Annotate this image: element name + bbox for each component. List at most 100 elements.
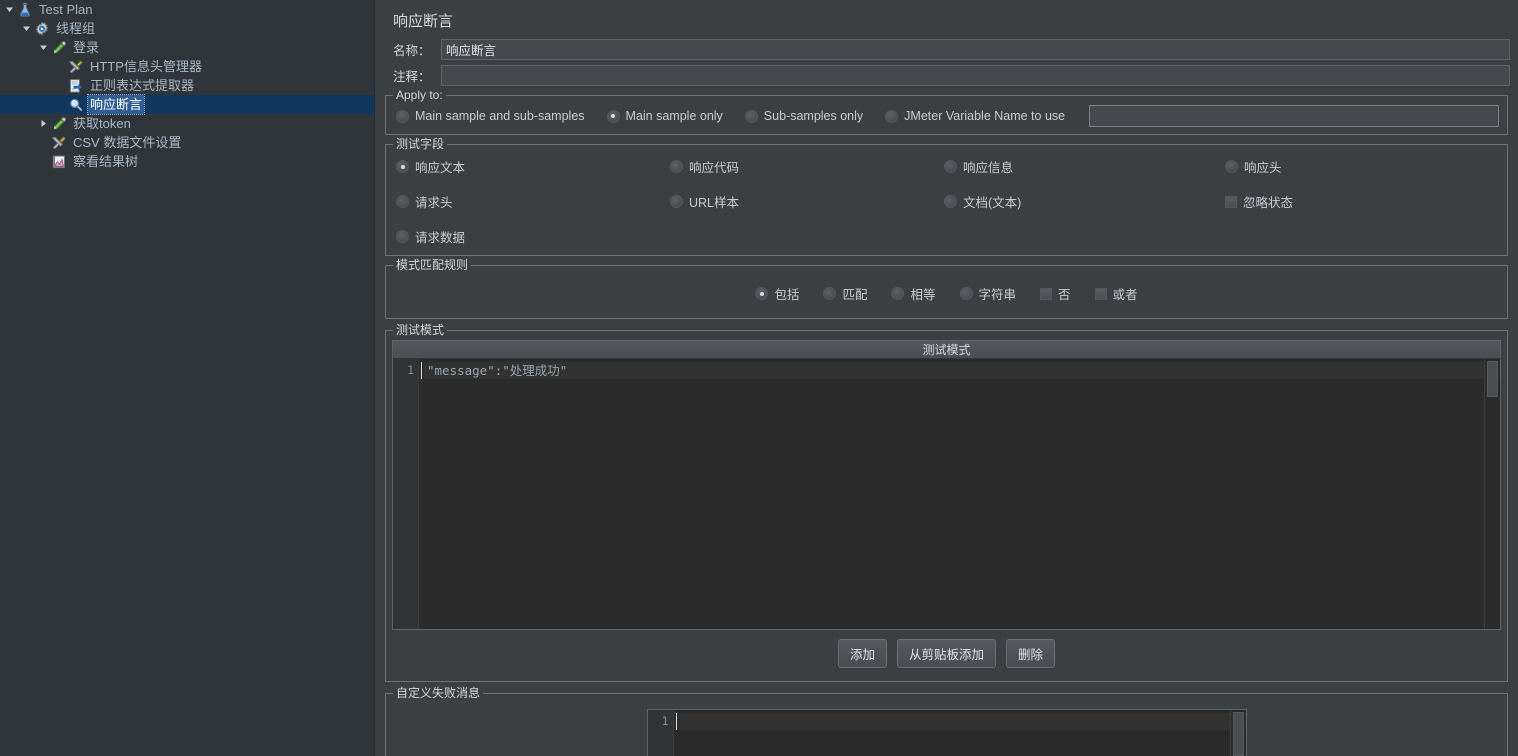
apply-to-option-2[interactable]: Main sample only	[606, 109, 723, 123]
tree-item-label: 察看结果树	[73, 154, 139, 169]
chevron-down-icon[interactable]	[19, 19, 33, 38]
option-label: 响应头	[1244, 161, 1282, 175]
response-assertion-panel: 响应断言 名称： 注释： Apply to: Main sample and s…	[375, 0, 1518, 756]
fail-scrollbar-thumb[interactable]	[1232, 712, 1244, 756]
chevron-right-icon[interactable]	[36, 114, 50, 133]
test-field-option-3[interactable]: 响应信息	[944, 157, 1225, 176]
pattern-rule-option-4[interactable]: 字符串	[959, 284, 1017, 303]
delete-pattern-button[interactable]: 删除	[1006, 639, 1056, 668]
custom-fail-message-editor[interactable]: 1	[646, 709, 1247, 756]
text-caret	[421, 362, 422, 379]
pattern-rule-option-6[interactable]: 或者	[1094, 284, 1138, 303]
add-from-clipboard-button[interactable]: 从剪贴板添加	[896, 639, 996, 668]
tree-item-1[interactable]: Test Plan	[0, 0, 374, 19]
fail-editor-text-area[interactable]	[674, 710, 1246, 756]
comment-input[interactable]	[441, 65, 1510, 86]
test-field-option-1[interactable]: 响应文本	[396, 157, 670, 176]
pattern-rules-title: 模式匹配规则	[393, 258, 472, 272]
test-field-title: 测试字段	[393, 137, 448, 151]
tree-item-5[interactable]: 正则表达式提取器	[0, 76, 374, 95]
test-field-option-9[interactable]: 请求数据	[396, 227, 670, 246]
sampler-icon	[50, 115, 68, 132]
tree-item-label: Test Plan	[39, 2, 93, 17]
chevron-down-icon[interactable]	[2, 0, 16, 19]
fail-editor-vertical-scrollbar[interactable]	[1229, 710, 1245, 756]
test-field-option-4[interactable]: 响应头	[1225, 157, 1501, 176]
option-label: Main sample and sub-samples	[415, 109, 585, 123]
option-label: 匹配	[842, 288, 868, 302]
radio-icon[interactable]	[396, 195, 409, 208]
option-label: 字符串	[978, 288, 1017, 302]
tree-item-6[interactable]: 响应断言	[0, 94, 374, 115]
radio-icon[interactable]	[396, 160, 409, 173]
pattern-rule-option-1[interactable]: 包括	[755, 284, 799, 303]
test-field-option-5[interactable]: 请求头	[396, 192, 670, 211]
test-field-group: 测试字段 响应文本 响应代码 响应信息 响应头请求头 URL样本 文档(文本) 忽略状态请求…	[385, 137, 1508, 256]
tree-item-8[interactable]: CSV 数据文件设置	[0, 133, 374, 152]
option-label: 忽略状态	[1243, 196, 1294, 210]
tree-item-2[interactable]: 线程组	[0, 19, 374, 38]
radio-icon[interactable]	[944, 195, 957, 208]
radio-icon[interactable]	[823, 287, 837, 300]
pattern-rule-option-5[interactable]: 否	[1040, 284, 1071, 303]
tree-item-label: 登录	[73, 40, 100, 55]
checkbox-icon[interactable]	[1040, 287, 1053, 300]
add-pattern-button[interactable]: 添加	[837, 639, 887, 668]
test-patterns-title: 测试模式	[393, 323, 448, 337]
radio-icon[interactable]	[959, 287, 973, 300]
tree-item-label: HTTP信息头管理器	[90, 59, 202, 74]
apply-to-option-4[interactable]: JMeter Variable Name to use	[885, 109, 1065, 123]
radio-icon[interactable]	[396, 109, 409, 123]
test-field-option-6[interactable]: URL样本	[670, 192, 944, 211]
tree-item-4[interactable]: HTTP信息头管理器	[0, 57, 374, 76]
scrollbar-thumb[interactable]	[1487, 361, 1498, 397]
pattern-row-value: "message":"处理成功"	[424, 362, 1500, 379]
view-results-icon	[50, 153, 68, 170]
radio-icon[interactable]	[885, 109, 899, 123]
fail-gutter-line-number: 1	[661, 714, 669, 728]
option-label: 请求数据	[415, 231, 466, 245]
checkbox-icon[interactable]	[1094, 287, 1107, 300]
gutter-line-number: 1	[407, 363, 414, 377]
tree-item-label: 线程组	[56, 21, 96, 36]
sampler-icon	[50, 39, 68, 56]
test-field-option-2[interactable]: 响应代码	[670, 157, 944, 176]
radio-icon[interactable]	[891, 287, 905, 300]
test-plan-tree[interactable]: Test Plan 线程组登录 HTTP信息头管理器正则表达式提取器 响应断言 获取to…	[0, 0, 375, 756]
apply-to-option-3[interactable]: Sub-samples only	[744, 109, 863, 123]
fail-text-caret	[675, 713, 677, 730]
radio-icon[interactable]	[670, 160, 683, 173]
tree-item-label: 获取token	[73, 116, 131, 131]
pattern-rule-option-3[interactable]: 相等	[891, 284, 936, 303]
apply-to-option-1[interactable]: Main sample and sub-samples	[396, 109, 585, 123]
radio-icon[interactable]	[744, 109, 758, 123]
name-input[interactable]	[441, 39, 1510, 60]
test-field-option-8[interactable]: 忽略状态	[1225, 192, 1501, 211]
checkbox-icon[interactable]	[1225, 195, 1237, 208]
editor-text-area[interactable]: "message":"处理成功"	[419, 359, 1500, 629]
jmeter-variable-name-input[interactable]	[1089, 105, 1499, 127]
apply-to-group: Apply to: Main sample and sub-samples Mai…	[385, 88, 1508, 135]
option-label: 相等	[910, 288, 936, 302]
editor-vertical-scrollbar[interactable]	[1484, 359, 1499, 629]
name-label: 名称：	[393, 44, 431, 58]
comment-label: 注释：	[393, 70, 431, 84]
tree-item-3[interactable]: 登录	[0, 38, 374, 57]
radio-icon[interactable]	[944, 160, 957, 173]
radio-icon[interactable]	[670, 195, 683, 208]
fail-editor-gutter: 1	[647, 710, 674, 756]
csv-config-icon	[50, 134, 68, 151]
tree-item-9[interactable]: 察看结果树	[0, 152, 374, 171]
radio-icon[interactable]	[755, 287, 769, 300]
name-field-row: 名称：	[383, 39, 1510, 60]
radio-icon[interactable]	[396, 230, 409, 243]
radio-icon[interactable]	[606, 109, 620, 123]
pattern-rule-option-2[interactable]: 匹配	[823, 284, 867, 303]
chevron-down-icon[interactable]	[36, 38, 50, 57]
tree-item-7[interactable]: 获取token	[0, 114, 374, 133]
test-field-option-7[interactable]: 文档(文本)	[944, 192, 1225, 211]
tree-item-label: 响应断言	[86, 94, 146, 115]
test-patterns-editor[interactable]: 1 "message":"处理成功"	[392, 359, 1501, 630]
radio-icon[interactable]	[1225, 160, 1238, 173]
